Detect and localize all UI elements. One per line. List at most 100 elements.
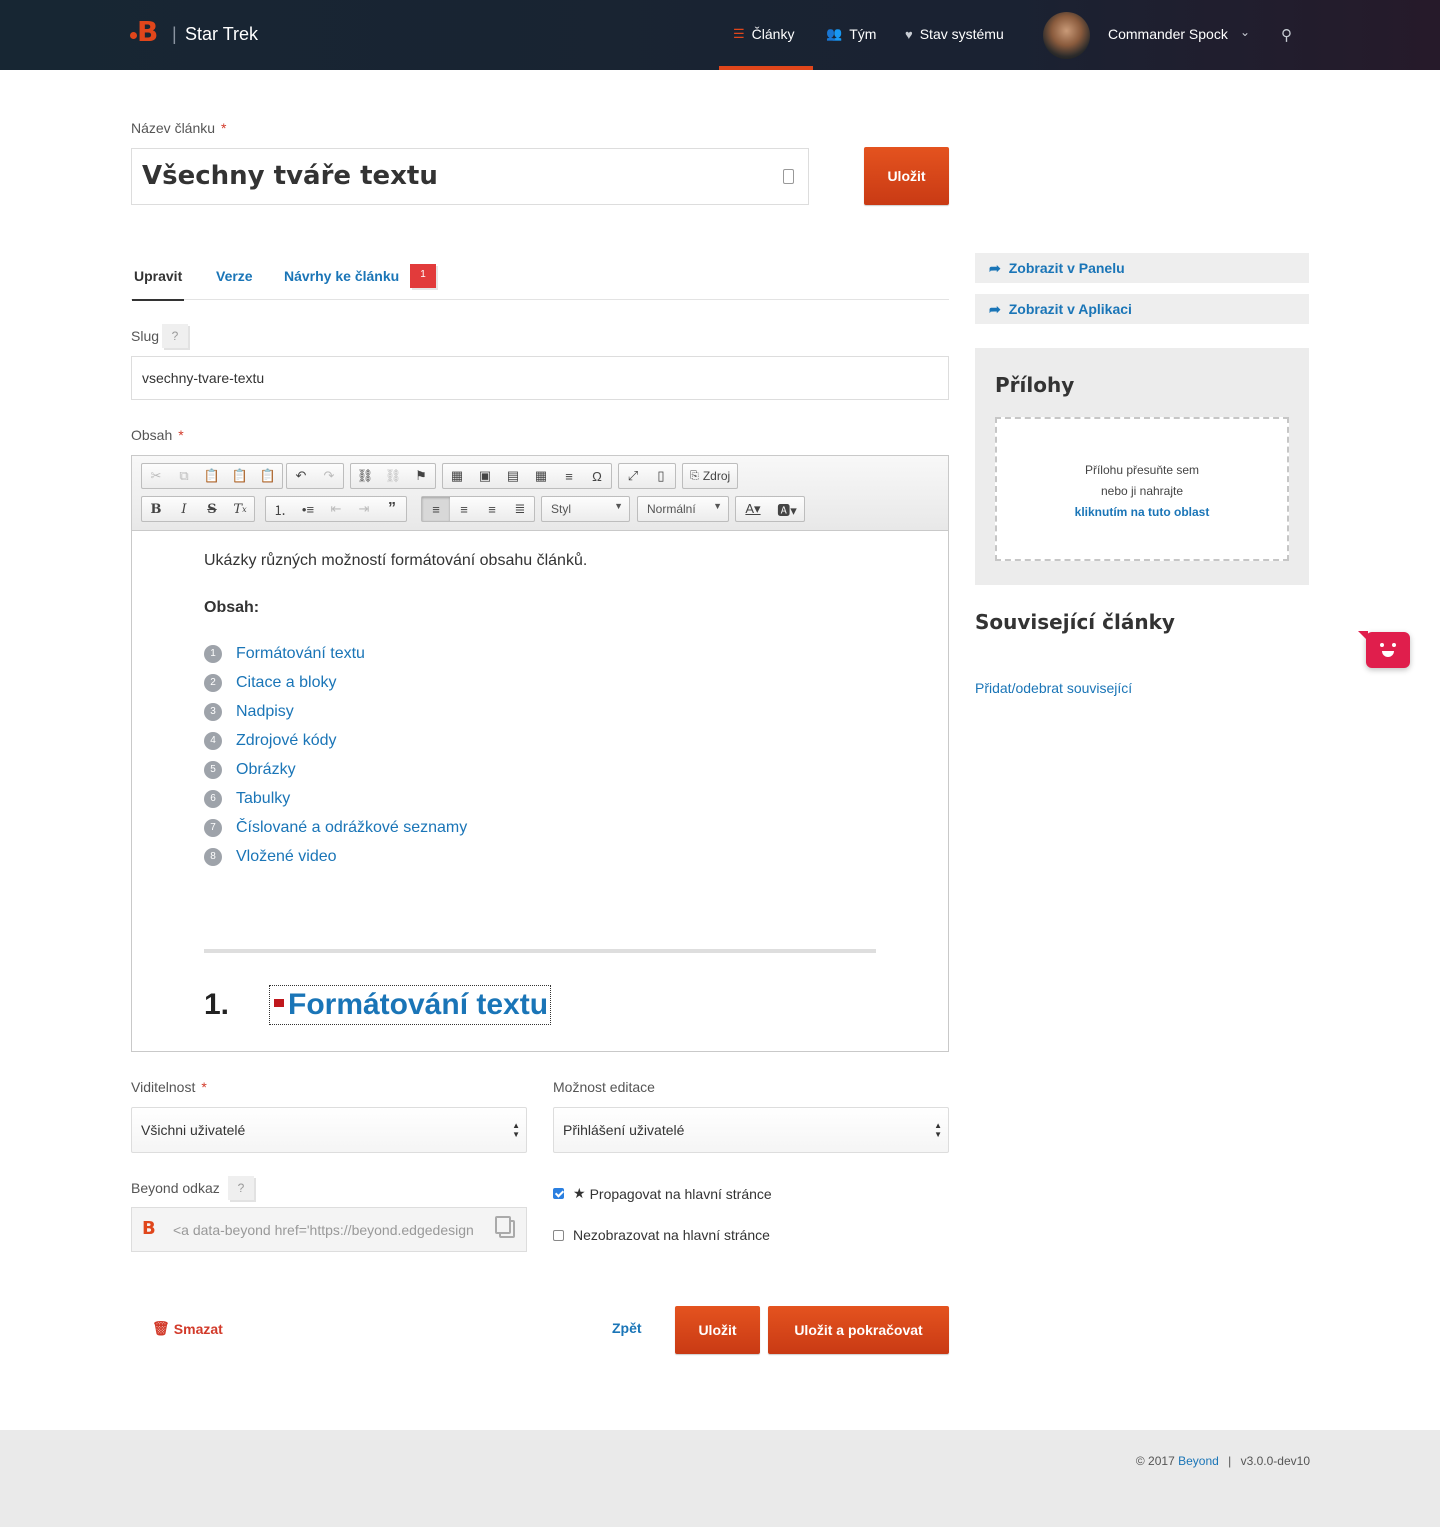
anchor-flag-icon[interactable]: ⚑ (407, 464, 435, 488)
remove-format-icon[interactable]: Tx (226, 497, 254, 521)
list-item[interactable]: 8 Vložené video (204, 848, 337, 866)
special-char-icon[interactable]: Ω (583, 464, 611, 488)
user-menu[interactable]: Commander Spock (1108, 26, 1228, 42)
show-blocks-icon[interactable]: ▯ (647, 464, 675, 488)
save-button-top[interactable]: Uložit (864, 147, 949, 205)
list-item[interactable]: 4 Zdrojové kódy (204, 732, 337, 750)
list-item[interactable]: 2 Citace a bloky (204, 674, 337, 692)
footer-beyond-link[interactable]: Beyond (1178, 1454, 1219, 1468)
clipboard-icon (783, 169, 794, 184)
avatar[interactable] (1043, 12, 1090, 59)
nav-active-indicator (719, 66, 813, 70)
view-group: ⤢ ▯ (618, 463, 676, 489)
undo-icon[interactable]: ↶ (287, 464, 315, 488)
paste-text-icon[interactable]: 📋 (226, 464, 254, 488)
tab-suggestions[interactable]: Návrhy ke článku (284, 268, 399, 284)
text-color-icon[interactable]: A▾ (736, 497, 770, 521)
horizontal-rule-icon[interactable]: ≡ (555, 464, 583, 488)
hide-checkbox[interactable]: Nezobrazovat na hlavní stránce (553, 1227, 770, 1243)
attachment-dropzone[interactable]: Přílohu přesuňte sem nebo ji nahrajte kl… (995, 417, 1289, 561)
section-number: 1. (204, 988, 230, 1021)
color-group: A▾ 🅰▾ (735, 496, 805, 522)
align-left-icon[interactable]: ≡ (422, 497, 450, 521)
editing-label: Možnost editace (553, 1079, 655, 1095)
article-tabs: Upravit Verze Návrhy ke článku 1 (131, 262, 949, 301)
slug-help-icon[interactable]: ? (162, 324, 188, 348)
share-arrow-icon: ➦ (989, 300, 1001, 317)
gallery-icon[interactable]: ▤ (499, 464, 527, 488)
background-color-icon[interactable]: 🅰▾ (770, 497, 804, 521)
visibility-label: Viditelnost * (131, 1079, 207, 1095)
save-and-continue-button[interactable]: Uložit a pokračovat (768, 1306, 949, 1354)
chevron-down-icon[interactable]: ⌄ (1240, 25, 1250, 39)
basic-style-group: B I S Tx (141, 496, 255, 522)
checkbox-unchecked[interactable] (553, 1229, 564, 1241)
maximize-icon[interactable]: ⤢ (619, 464, 647, 488)
list-item[interactable]: 3 Nadpisy (204, 703, 294, 721)
combo-arrow-icon: ▼ (713, 501, 722, 511)
tab-versions[interactable]: Verze (216, 268, 253, 284)
intro-text: Ukázky různých možností formátování obsa… (204, 552, 588, 569)
section-heading[interactable]: Formátování textu (269, 985, 552, 1025)
cut-icon[interactable]: ✂ (142, 464, 170, 488)
save-button[interactable]: Uložit (675, 1306, 760, 1354)
view-in-panel-link[interactable]: ➦ Zobrazit v Panelu (975, 253, 1309, 283)
beyond-link-help-icon[interactable]: ? (228, 1176, 254, 1200)
bold-icon[interactable]: B (142, 497, 170, 521)
numbered-list-icon[interactable]: ⒈ (266, 497, 294, 521)
redo-icon[interactable]: ↷ (315, 464, 343, 488)
bullet-list-icon[interactable]: •≡ (294, 497, 322, 521)
beyond-logo[interactable]: B (130, 18, 162, 48)
copy-icon[interactable]: ⧉ (170, 464, 198, 488)
align-right-icon[interactable]: ≡ (478, 497, 506, 521)
slug-input[interactable]: vsechny-tvare-textu (131, 356, 949, 400)
source-button[interactable]: ⎘ Zdroj (682, 463, 739, 489)
chat-bot-icon[interactable] (1358, 631, 1410, 668)
search-icon[interactable]: ⚲ (1281, 26, 1292, 44)
list-item[interactable]: 7 Číslované a odrážkové seznamy (204, 819, 467, 837)
tab-edit[interactable]: Upravit (131, 268, 185, 301)
visibility-select[interactable]: Všichni uživatelé ▲ ▼ (131, 1107, 527, 1153)
checkbox-checked[interactable] (553, 1188, 564, 1199)
editing-select[interactable]: Přihlášení uživatelé ▲ ▼ (553, 1107, 949, 1153)
project-name[interactable]: Star Trek (185, 24, 258, 45)
table-icon[interactable]: ▦ (527, 464, 555, 488)
blockquote-icon[interactable]: ” (378, 497, 406, 521)
select-arrows-icon: ▲ ▼ (934, 1121, 942, 1139)
insert-group: ▦ ▣ ▤ ▦ ≡ Ω (442, 463, 612, 489)
style-combo[interactable]: Styl ▼ (541, 496, 630, 522)
back-link[interactable]: Zpět (612, 1320, 642, 1336)
promote-checkbox[interactable]: ★ Propagovat na hlavní stránce (553, 1185, 772, 1202)
link-icon[interactable]: ⛓ (351, 464, 379, 488)
align-justify-icon[interactable]: ≣ (506, 497, 534, 521)
related-articles-link[interactable]: Přidat/odebrat související (975, 680, 1132, 696)
list-item[interactable]: 1 Formátování textu (204, 645, 365, 663)
format-combo[interactable]: Normální ▼ (637, 496, 729, 522)
version-label: v3.0.0-dev10 (1240, 1454, 1310, 1468)
align-center-icon[interactable]: ≡ (450, 497, 478, 521)
strike-icon[interactable]: S (198, 497, 226, 521)
image-icon[interactable]: ▣ (471, 464, 499, 488)
unlink-icon[interactable]: ⛓ (379, 464, 407, 488)
combo-arrow-icon: ▼ (614, 501, 623, 511)
nav-team[interactable]: 👥 Tým (826, 26, 876, 42)
italic-icon[interactable]: I (170, 497, 198, 521)
view-in-app-link[interactable]: ➦ Zobrazit v Aplikaci (975, 294, 1309, 324)
delete-button[interactable]: 🗑 Smazat (152, 1320, 223, 1337)
list-item[interactable]: 5 Obrázky (204, 761, 296, 779)
outdent-icon[interactable]: ⇤ (322, 497, 350, 521)
nav-system-status[interactable]: ♥ Stav systému (905, 26, 1004, 42)
users-icon: 👥 (826, 26, 843, 41)
indent-icon[interactable]: ⇥ (350, 497, 378, 521)
list-item[interactable]: 6 Tabulky (204, 790, 290, 808)
paste-word-icon[interactable]: 📋 (254, 464, 282, 488)
paste-icon[interactable]: 📋 (198, 464, 226, 488)
star-icon: ★ (573, 1185, 586, 1201)
copy-icon[interactable] (495, 1216, 515, 1238)
select-arrows-icon: ▲ ▼ (512, 1121, 520, 1139)
title-input[interactable]: Všechny tváře textu (131, 148, 809, 205)
media-icon[interactable]: ▦ (443, 464, 471, 488)
nav-articles[interactable]: ☰ Články (733, 26, 794, 42)
editor-content[interactable]: Ukázky různých možností formátování obsa… (204, 552, 904, 866)
beyond-link-field[interactable]: B <a data-beyond href='https://beyond.ed… (131, 1207, 527, 1252)
